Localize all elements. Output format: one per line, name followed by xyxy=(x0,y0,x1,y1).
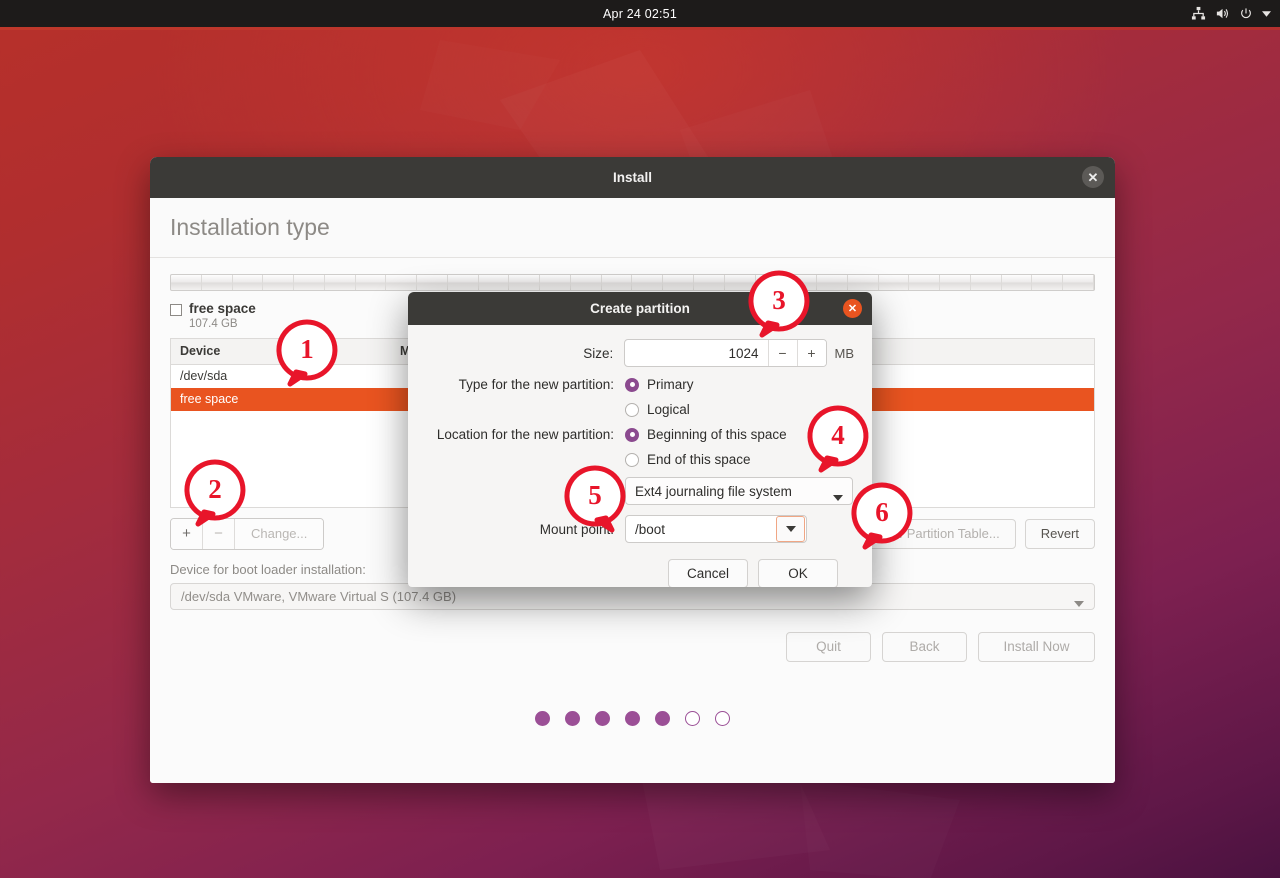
create-partition-dialog: Create partition ✕ Size: 1024 − + MB Typ… xyxy=(408,292,872,587)
radio-button-icon[interactable] xyxy=(625,378,639,392)
row-device: /dev/sda xyxy=(171,369,281,383)
radio-button-icon[interactable] xyxy=(625,428,639,442)
change-partition-button[interactable]: Change... xyxy=(235,519,323,549)
legend-size: 107.4 GB xyxy=(189,318,256,330)
legend-label: free space xyxy=(189,301,256,317)
size-increment-button[interactable]: + xyxy=(797,340,826,366)
page-title: Installation type xyxy=(170,214,330,241)
progress-dot xyxy=(535,711,550,726)
bootloader-device-value: /dev/sda VMware, VMware Virtual S (107.4… xyxy=(181,589,456,604)
volume-icon[interactable] xyxy=(1215,6,1230,21)
close-icon[interactable]: ✕ xyxy=(1082,166,1104,188)
mount-point-combobox[interactable]: /boot xyxy=(625,515,807,543)
radio-button-icon[interactable] xyxy=(625,453,639,467)
row-device: free space xyxy=(171,392,281,406)
partition-type-row: Type for the new partition: Primary xyxy=(408,377,854,392)
wizard-nav: Quit Back Install Now xyxy=(170,632,1095,662)
network-icon[interactable] xyxy=(1191,6,1206,21)
filesystem-select[interactable]: Ext4 journaling file system xyxy=(625,477,853,505)
system-tray xyxy=(1191,0,1271,27)
column-header-device: Device xyxy=(171,344,281,358)
dialog-actions: Cancel OK xyxy=(408,553,854,587)
radio-logical-label: Logical xyxy=(647,402,690,417)
radio-button-icon[interactable] xyxy=(625,403,639,417)
radio-beginning[interactable]: Beginning of this space xyxy=(625,427,787,442)
window-titlebar: Install ✕ xyxy=(150,157,1115,198)
mount-point-input[interactable]: /boot xyxy=(626,522,776,537)
dialog-body: Size: 1024 − + MB Type for the new parti… xyxy=(408,325,872,587)
progress-dot xyxy=(655,711,670,726)
wizard-progress-dots xyxy=(170,711,1095,726)
topbar-accent-line xyxy=(0,27,1280,30)
radio-primary-label: Primary xyxy=(647,377,694,392)
table-action-buttons: New Partition Table... Revert xyxy=(861,519,1095,549)
filesystem-row: Ext4 journaling file system xyxy=(408,477,854,505)
location-label: Location for the new partition: xyxy=(408,427,625,442)
radio-end-label: End of this space xyxy=(647,452,751,467)
dialog-title: Create partition xyxy=(590,301,690,316)
size-decrement-button[interactable]: − xyxy=(768,340,797,366)
cancel-button[interactable]: Cancel xyxy=(668,559,748,587)
add-partition-button[interactable]: + xyxy=(171,519,203,549)
partition-usage-bar xyxy=(170,274,1095,291)
progress-dot xyxy=(685,711,700,726)
mount-point-label: Mount point: xyxy=(408,522,625,537)
mount-point-row: Mount point: /boot xyxy=(408,515,854,543)
chevron-down-icon xyxy=(786,526,796,532)
system-clock[interactable]: Apr 24 02:51 xyxy=(603,7,677,21)
size-stepper[interactable]: 1024 − + xyxy=(624,339,826,367)
size-input[interactable]: 1024 xyxy=(625,346,767,361)
radio-primary[interactable]: Primary xyxy=(625,377,694,392)
quit-button[interactable]: Quit xyxy=(786,632,871,662)
size-unit-label: MB xyxy=(835,346,855,361)
radio-end[interactable]: End of this space xyxy=(625,452,751,467)
column-header-type: Type xyxy=(281,344,391,358)
remove-partition-button[interactable]: − xyxy=(203,519,235,549)
chevron-down-icon[interactable] xyxy=(1262,11,1271,17)
location-row: Location for the new partition: Beginnin… xyxy=(408,427,854,442)
partition-type-row-logical: Logical xyxy=(408,402,854,417)
size-row: Size: 1024 − + MB xyxy=(408,339,854,367)
partition-type-label: Type for the new partition: xyxy=(408,377,625,392)
radio-beginning-label: Beginning of this space xyxy=(647,427,787,442)
window-title: Install xyxy=(613,170,652,185)
chevron-down-icon xyxy=(1074,595,1084,610)
new-partition-table-button[interactable]: New Partition Table... xyxy=(861,519,1016,549)
ok-button[interactable]: OK xyxy=(758,559,838,587)
revert-button[interactable]: Revert xyxy=(1025,519,1095,549)
chevron-down-icon xyxy=(833,489,843,504)
back-button[interactable]: Back xyxy=(882,632,967,662)
install-now-button[interactable]: Install Now xyxy=(978,632,1095,662)
legend-checkbox[interactable] xyxy=(170,304,182,316)
close-icon[interactable]: ✕ xyxy=(843,299,862,318)
partition-action-buttons: + − Change... xyxy=(170,518,324,550)
filesystem-value: Ext4 journaling file system xyxy=(635,484,792,499)
system-top-bar: Apr 24 02:51 xyxy=(0,0,1280,27)
progress-dot xyxy=(715,711,730,726)
page-header: Installation type xyxy=(150,198,1115,258)
size-label: Size: xyxy=(408,346,624,361)
progress-dot xyxy=(595,711,610,726)
dialog-titlebar: Create partition ✕ xyxy=(408,292,872,325)
location-row-end: End of this space xyxy=(408,452,854,467)
power-icon[interactable] xyxy=(1239,7,1253,21)
progress-dot xyxy=(565,711,580,726)
progress-dot xyxy=(625,711,640,726)
radio-logical[interactable]: Logical xyxy=(625,402,690,417)
mount-point-dropdown-button[interactable] xyxy=(776,516,805,542)
